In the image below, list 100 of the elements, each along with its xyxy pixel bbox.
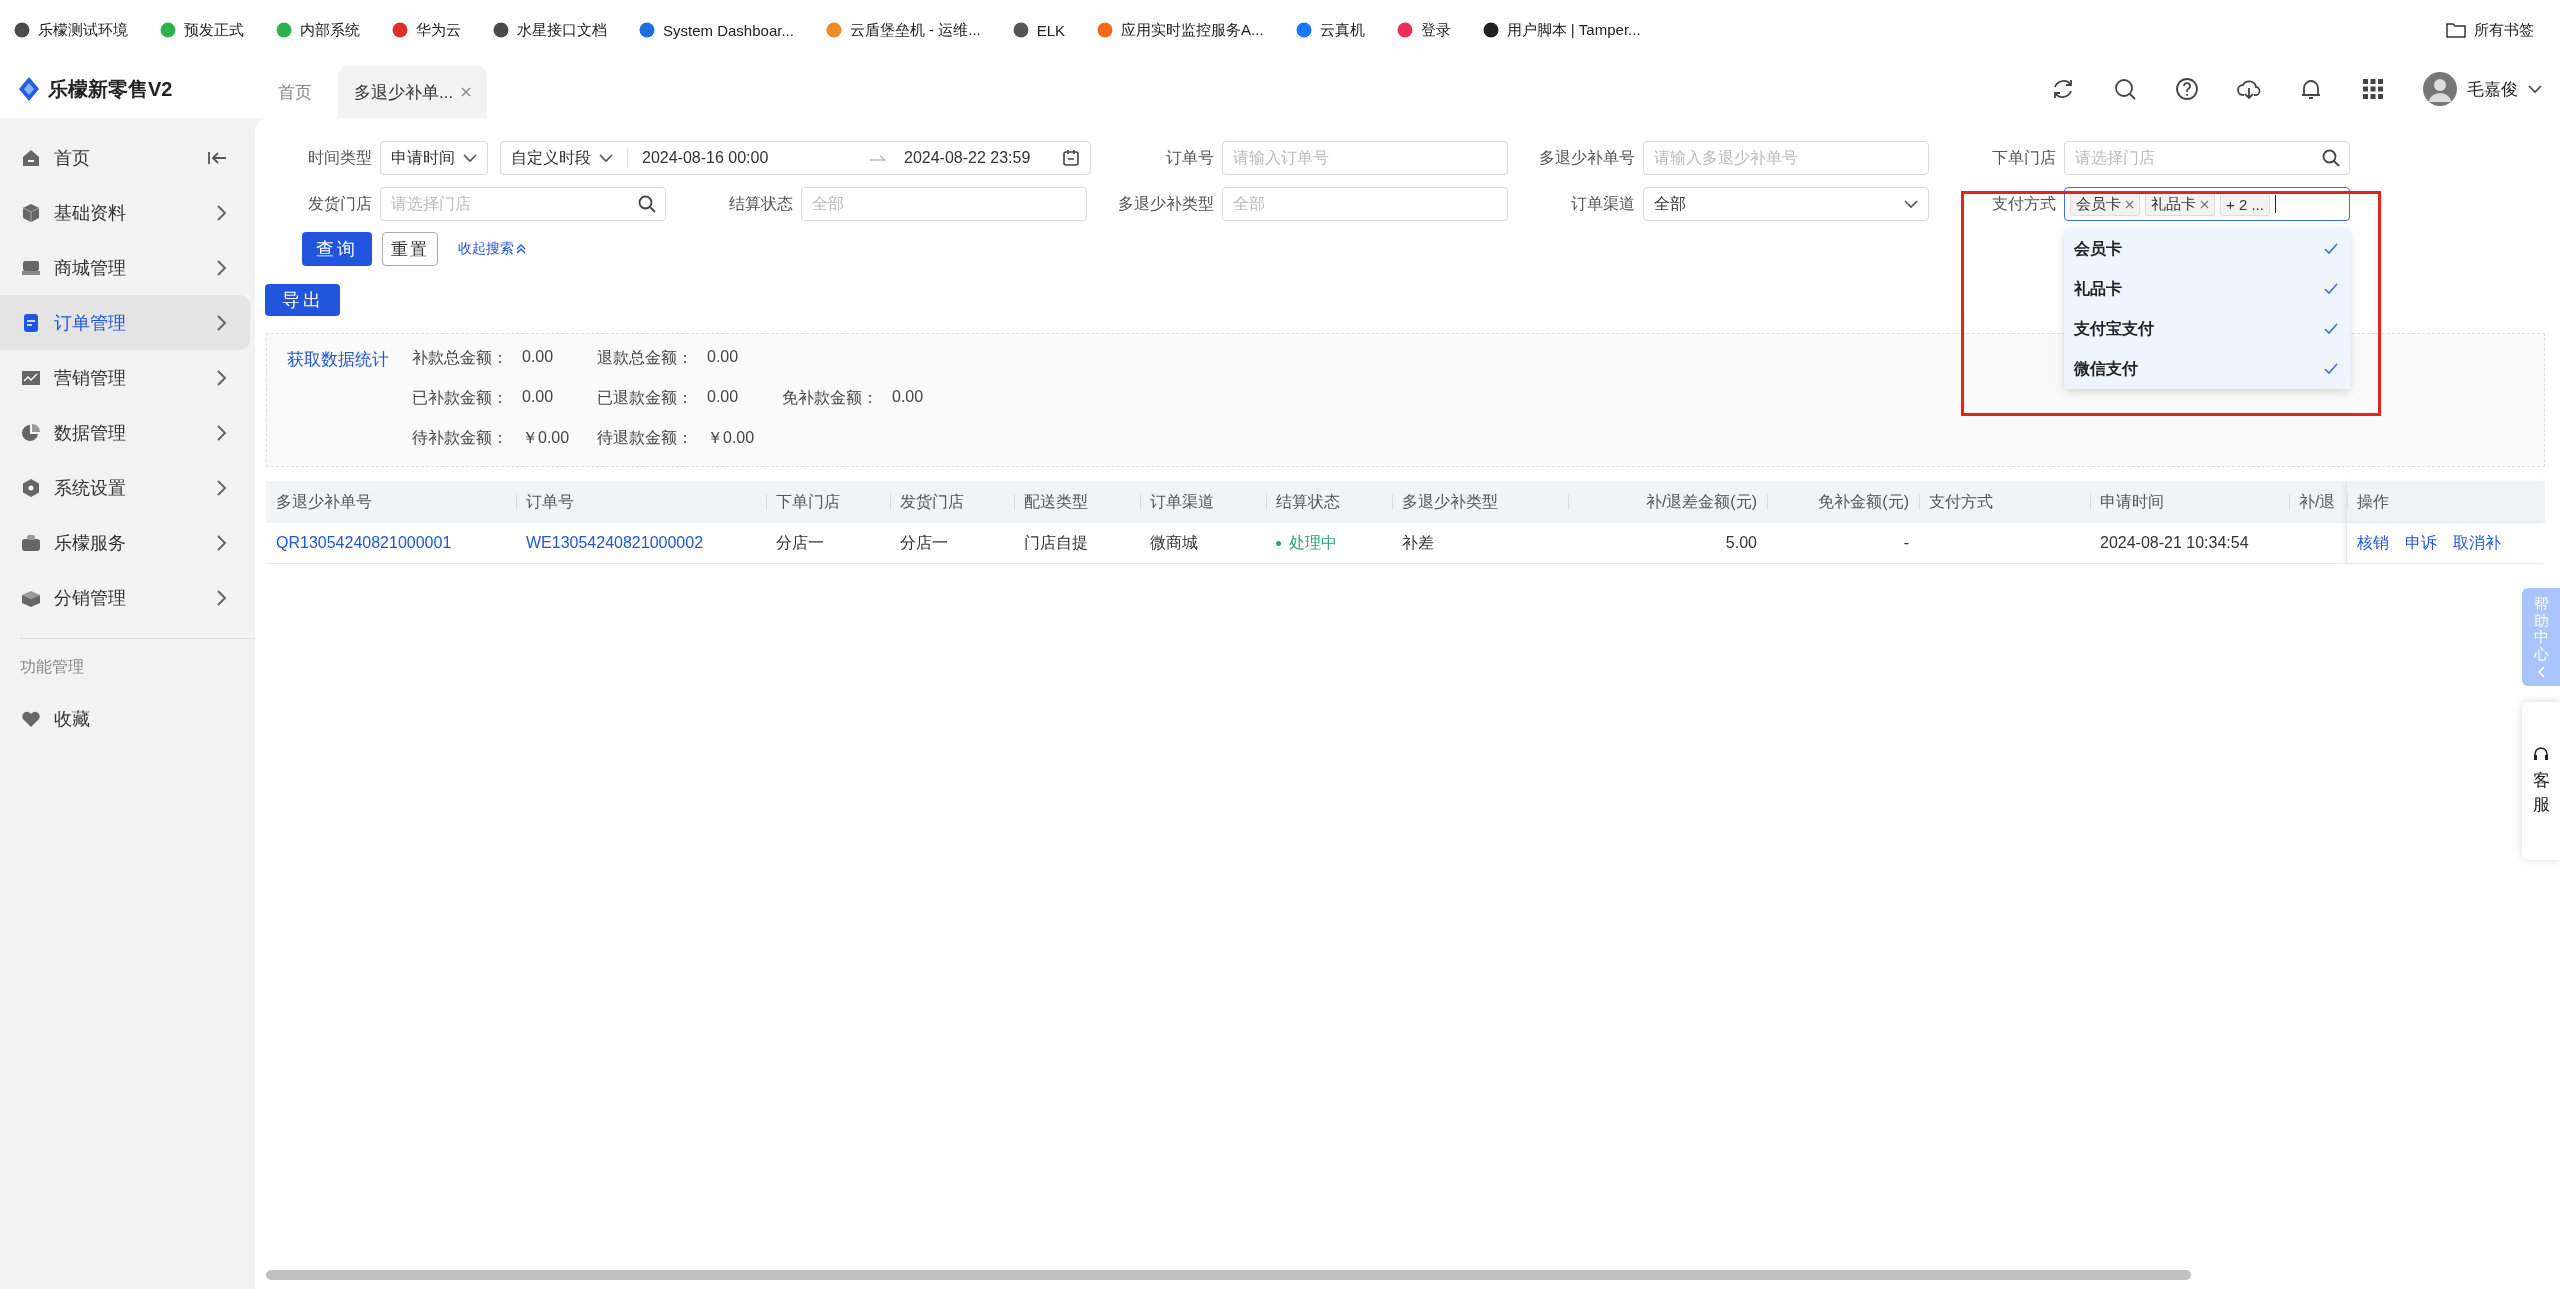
check-icon — [2324, 363, 2338, 375]
chevron-right-icon — [216, 368, 228, 387]
cloud-download-icon[interactable] — [2237, 77, 2261, 101]
scrollbar-thumb[interactable] — [266, 1270, 2191, 1280]
reset-button[interactable]: 重置 — [382, 232, 438, 266]
help-icon[interactable] — [2175, 77, 2199, 101]
sidebar-item[interactable]: 基础资料 — [0, 185, 250, 240]
heart-icon — [21, 709, 41, 728]
stat-label: 待补款金额： — [412, 428, 508, 448]
avatar-icon[interactable] — [2423, 72, 2457, 106]
search-field[interactable]: 请选择门店 — [2064, 141, 2350, 175]
remove-icon[interactable] — [2200, 199, 2209, 209]
caret-icon — [599, 153, 613, 163]
input-field[interactable]: 请输入多退少补单号 — [1643, 141, 1929, 175]
table-cell: - — [1903, 534, 1909, 552]
input-field[interactable]: 全部 — [801, 187, 1087, 221]
date-range-field[interactable]: 自定义时段 2024-08-16 00:00 2024-08-22 23:59 — [500, 141, 1091, 175]
bookmark[interactable]: 用户脚本 | Tamper... — [1482, 20, 1641, 40]
refresh-icon[interactable] — [2051, 77, 2075, 101]
chevron-right-icon — [216, 423, 228, 442]
sidebar-item[interactable]: 商城管理 — [0, 240, 250, 295]
column-header: 多退少补类型 — [1392, 481, 1568, 523]
sidebar-item[interactable]: 首页 — [0, 130, 250, 185]
page-tab[interactable]: 首页 — [262, 66, 328, 118]
select-field[interactable]: 全部 — [1643, 187, 1929, 221]
column-header: 发货门店 — [890, 481, 1014, 523]
apps-icon[interactable] — [2361, 77, 2385, 101]
bookmark[interactable]: 应用实时监控服务A... — [1097, 20, 1264, 40]
bookmark[interactable]: 登录 — [1396, 20, 1451, 40]
bookmark[interactable]: System Dashboar... — [639, 21, 794, 39]
search-icon[interactable] — [2113, 77, 2137, 101]
collapse-icon[interactable] — [208, 149, 228, 166]
tag: 会员卡 — [2070, 192, 2140, 216]
check-icon — [2324, 283, 2338, 295]
field-label: 多退少补单号 — [1538, 147, 1636, 168]
stat-label: 免补款金额： — [782, 388, 878, 408]
customer-service-tab[interactable]: 客服 — [2522, 702, 2560, 860]
dropdown-option[interactable]: 微信支付 — [2064, 349, 2350, 389]
sidebar-item[interactable]: 数据管理 — [0, 405, 250, 460]
chevron-right-icon — [216, 588, 228, 607]
select-field[interactable]: 申请时间 — [380, 141, 488, 175]
calendar-icon[interactable] — [1062, 149, 1080, 167]
input-field[interactable]: 请输入订单号 — [1222, 141, 1508, 175]
column-header: 补/退差金额(元) — [1568, 481, 1767, 523]
action-link[interactable]: 申诉 — [2405, 532, 2437, 554]
field-label: 订单号 — [1165, 147, 1215, 168]
column-header: 免补金额(元) — [1767, 481, 1919, 523]
remove-icon[interactable] — [2125, 199, 2134, 209]
sidebar-item[interactable]: 订单管理 — [0, 295, 250, 350]
table-cell-text: 门店自提 — [1024, 532, 1088, 553]
logo-icon — [18, 76, 40, 102]
bookmark[interactable]: 水星接口文档 — [493, 20, 607, 40]
bell-icon[interactable] — [2299, 77, 2323, 101]
order-link[interactable]: QR13054240821000001 — [276, 534, 452, 552]
start-date[interactable]: 2024-08-16 00:00 — [642, 149, 792, 167]
bookmark[interactable]: ELK — [1012, 21, 1066, 39]
status-text: 处理中 — [1289, 532, 1337, 553]
bookmark[interactable]: 华为云 — [392, 20, 461, 40]
bookmark[interactable]: 云盾堡垒机 - 运维... — [825, 20, 981, 40]
query-button[interactable]: 查询 — [302, 232, 372, 266]
sidebar-item[interactable]: 系统设置 — [0, 460, 250, 515]
end-date[interactable]: 2024-08-22 23:59 — [904, 149, 1054, 167]
field-label: 时间类型 — [307, 147, 373, 168]
stats-link[interactable]: 获取数据统计 — [287, 348, 412, 378]
order-link[interactable]: WE13054240821000002 — [526, 534, 704, 552]
collapse-search-link[interactable]: 收起搜索 — [458, 240, 526, 258]
stat-value: ￥0.00 — [707, 428, 755, 448]
sidebar-item[interactable]: 分销管理 — [0, 570, 250, 625]
dropdown-option[interactable]: 支付宝支付 — [2064, 309, 2350, 349]
stat-value: 0.00 — [522, 348, 554, 367]
column-header: 订单号 — [516, 481, 766, 523]
dropdown-option[interactable]: 会员卡 — [2064, 229, 2350, 269]
table-cell-text: 微商城 — [1150, 532, 1198, 553]
action-link[interactable]: 取消补 — [2453, 532, 2501, 554]
column-header: 结算状态 — [1266, 481, 1392, 523]
search-icon — [638, 195, 656, 213]
page-tab[interactable]: 多退少补单... — [338, 66, 488, 118]
chevrons-up-icon — [516, 244, 526, 254]
export-button[interactable]: 导出 — [265, 284, 340, 316]
close-icon[interactable] — [461, 87, 472, 97]
sidebar-item[interactable]: 乐檬服务 — [0, 515, 250, 570]
dropdown-option[interactable]: 礼品卡 — [2064, 269, 2350, 309]
caret-icon[interactable] — [2528, 84, 2542, 94]
folder-icon — [2446, 22, 2466, 38]
stat-label: 已退款金额： — [597, 388, 693, 408]
bookmark[interactable]: 内部系统 — [276, 20, 360, 40]
sidebar-item[interactable]: 营销管理 — [0, 350, 250, 405]
sidebar-item[interactable]: 收藏 — [0, 691, 250, 746]
stat-value: 0.00 — [522, 388, 554, 407]
stat-label: 已补款金额： — [412, 388, 508, 408]
period-select[interactable]: 自定义时段 — [511, 147, 591, 169]
bookmark-folder[interactable]: 所有书签 — [2446, 20, 2534, 40]
bookmark[interactable]: 云真机 — [1295, 20, 1365, 40]
input-field[interactable]: 全部 — [1222, 187, 1508, 221]
tag: + 2 ... — [2220, 192, 2270, 216]
bookmark[interactable]: 预发正式 — [160, 20, 244, 40]
search-field[interactable]: 请选择门店 — [380, 187, 666, 221]
stat-value: 0.00 — [707, 348, 739, 367]
action-link[interactable]: 核销 — [2357, 532, 2389, 554]
bookmark[interactable]: 乐檬测试环境 — [14, 20, 128, 40]
